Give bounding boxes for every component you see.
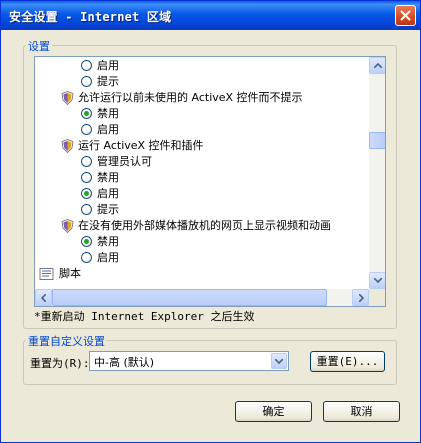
scrollbar-corner xyxy=(369,289,385,306)
radio-checked-icon[interactable] xyxy=(81,108,92,119)
row-label: 管理员认可 xyxy=(97,155,152,168)
reset-to-label: 重置为(R): xyxy=(30,357,90,370)
ok-button[interactable]: 确定 xyxy=(235,401,312,422)
script-icon xyxy=(39,267,55,281)
section-header-item[interactable]: 脚本 xyxy=(35,266,369,282)
radio-unchecked-icon[interactable] xyxy=(81,76,92,87)
option-radio-item[interactable]: 提示 xyxy=(35,202,369,218)
row-label: 提示 xyxy=(97,203,119,216)
close-button[interactable] xyxy=(395,5,416,26)
option-radio-item[interactable]: 禁用 xyxy=(35,170,369,186)
row-label: 启用 xyxy=(97,187,119,200)
radio-checked-icon[interactable] xyxy=(81,236,92,247)
setting-category-item[interactable]: 允许运行以前未使用的 ActiveX 控件而不提示 xyxy=(35,90,369,106)
dropdown-button[interactable] xyxy=(271,353,287,369)
chevron-down-icon xyxy=(275,359,283,364)
activex-shield-icon xyxy=(61,91,74,106)
close-icon xyxy=(400,10,411,21)
restart-note: *重新启动 Internet Explorer 之后生效 xyxy=(34,310,255,323)
window-title: 安全设置 - Internet 区域 xyxy=(9,10,172,24)
settings-tree: 启用 提示 允许运行以前未使用的 ActiveX 控件而不提示 禁用 启用 运行 Acti… xyxy=(34,56,386,307)
option-radio-item[interactable]: 启用 xyxy=(35,58,369,74)
activex-shield-icon xyxy=(61,219,74,234)
option-radio-item[interactable]: 启用 xyxy=(35,122,369,138)
vertical-scroll-thumb[interactable] xyxy=(369,132,385,149)
reset-level-value: 中-高 (默认) xyxy=(94,356,155,369)
option-radio-item[interactable]: 管理员认可 xyxy=(35,154,369,170)
scroll-up-button[interactable] xyxy=(369,57,385,74)
radio-unchecked-icon[interactable] xyxy=(81,252,92,263)
arrow-up-icon xyxy=(374,63,382,68)
setting-category-item[interactable]: 在没有使用外部媒体播放机的网页上显示视频和动画 xyxy=(35,218,369,234)
radio-unchecked-icon[interactable] xyxy=(81,60,92,71)
row-label: 提示 xyxy=(97,75,119,88)
radio-unchecked-icon[interactable] xyxy=(81,172,92,183)
option-radio-item[interactable]: 禁用 xyxy=(35,234,369,250)
activex-shield-icon xyxy=(61,139,74,154)
row-label: 启用 xyxy=(97,251,119,264)
row-label: 启用 xyxy=(97,59,119,72)
scroll-down-button[interactable] xyxy=(369,272,385,289)
settings-legend: 设置 xyxy=(26,38,52,54)
radio-unchecked-icon[interactable] xyxy=(81,204,92,215)
row-label: 禁用 xyxy=(97,171,119,184)
title-bar[interactable]: 安全设置 - Internet 区域 xyxy=(1,1,420,30)
vertical-scrollbar[interactable] xyxy=(369,57,385,289)
row-label: 在没有使用外部媒体播放机的网页上显示视频和动画 xyxy=(78,219,331,232)
reset-button[interactable]: 重置(E)... xyxy=(310,351,385,372)
setting-category-item[interactable]: 运行 ActiveX 控件和插件 xyxy=(35,138,369,154)
option-radio-item[interactable]: 启用 xyxy=(35,186,369,202)
scroll-right-button[interactable] xyxy=(352,289,369,306)
arrow-right-icon xyxy=(359,294,364,302)
horizontal-scroll-thumb[interactable] xyxy=(52,289,327,306)
row-label: 允许运行以前未使用的 ActiveX 控件而不提示 xyxy=(78,91,303,104)
row-label: 启用 xyxy=(97,123,119,136)
scroll-left-button[interactable] xyxy=(35,289,52,306)
arrow-left-icon xyxy=(41,294,46,302)
arrow-down-icon xyxy=(374,278,382,283)
row-label: 禁用 xyxy=(97,235,119,248)
horizontal-scrollbar[interactable] xyxy=(35,289,369,306)
option-radio-item[interactable]: 启用 xyxy=(35,250,369,266)
settings-list: 启用 提示 允许运行以前未使用的 ActiveX 控件而不提示 禁用 启用 运行 Acti… xyxy=(35,57,369,289)
reset-legend: 重置自定义设置 xyxy=(26,333,107,349)
row-label: 运行 ActiveX 控件和插件 xyxy=(78,139,204,152)
security-settings-dialog: 安全设置 - Internet 区域 设置 启用 提示 允许运行以前未使用的 Act… xyxy=(0,0,421,443)
row-label: 禁用 xyxy=(97,107,119,120)
reset-level-select[interactable]: 中-高 (默认) xyxy=(89,351,289,371)
option-radio-item[interactable]: 禁用 xyxy=(35,106,369,122)
cancel-button[interactable]: 取消 xyxy=(323,401,400,422)
radio-unchecked-icon[interactable] xyxy=(81,124,92,135)
radio-unchecked-icon[interactable] xyxy=(81,156,92,167)
row-label: 脚本 xyxy=(59,267,81,280)
option-radio-item[interactable]: 提示 xyxy=(35,74,369,90)
radio-checked-icon[interactable] xyxy=(81,188,92,199)
